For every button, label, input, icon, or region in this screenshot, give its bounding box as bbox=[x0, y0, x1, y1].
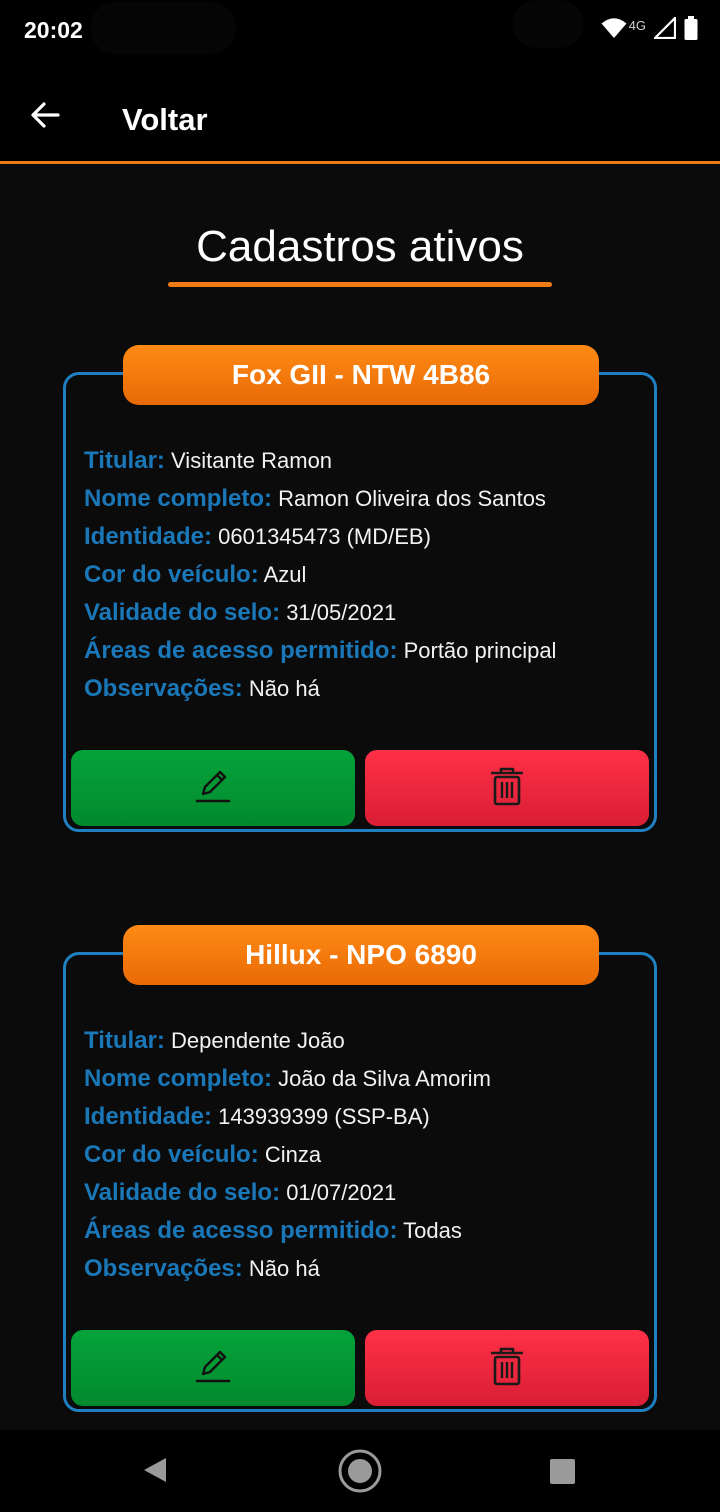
field-label: Identidade: bbox=[84, 1103, 213, 1130]
field-label: Áreas de acesso permitido: bbox=[84, 637, 398, 664]
card-details: Titular: Dependente João Nome completo: … bbox=[84, 1027, 491, 1293]
edit-button[interactable] bbox=[71, 750, 355, 826]
field-label: Nome completo: bbox=[84, 1065, 273, 1092]
back-button[interactable] bbox=[22, 94, 68, 140]
card-header: Hillux - NPO 6890 bbox=[123, 925, 599, 985]
card-details: Titular: Visitante Ramon Nome completo: … bbox=[84, 447, 556, 713]
nav-home-icon[interactable] bbox=[337, 1448, 383, 1498]
field-cor-veiculo: Cor do veículo: Azul bbox=[84, 561, 556, 599]
field-value: Portão principal bbox=[403, 638, 557, 663]
field-value: Todas bbox=[403, 1218, 462, 1243]
field-observacoes: Observações: Não há bbox=[84, 675, 556, 713]
field-value: Cinza bbox=[264, 1142, 322, 1167]
field-validade-selo: Validade do selo: 31/05/2021 bbox=[84, 599, 556, 637]
field-label: Validade do selo: bbox=[84, 1179, 281, 1206]
camera-cutout bbox=[90, 2, 236, 54]
trash-icon bbox=[489, 766, 525, 810]
field-label: Áreas de acesso permitido: bbox=[84, 1217, 398, 1244]
edit-button[interactable] bbox=[71, 1330, 355, 1406]
arrow-left-icon bbox=[30, 102, 60, 132]
field-nome-completo: Nome completo: Ramon Oliveira dos Santos bbox=[84, 485, 556, 523]
field-value: Azul bbox=[263, 562, 307, 587]
field-areas-acesso: Áreas de acesso permitido: Portão princi… bbox=[84, 637, 556, 675]
field-value: 31/05/2021 bbox=[286, 600, 397, 625]
field-observacoes: Observações: Não há bbox=[84, 1255, 491, 1293]
vehicle-card: Hillux - NPO 6890 Titular: Dependente Jo… bbox=[63, 925, 657, 1412]
delete-button[interactable] bbox=[365, 750, 649, 826]
field-identidade: Identidade: 143939399 (SSP-BA) bbox=[84, 1103, 491, 1141]
app-bar: Voltar bbox=[0, 64, 720, 164]
field-value: Visitante Ramon bbox=[171, 448, 333, 473]
field-value: Não há bbox=[248, 1256, 320, 1281]
field-identidade: Identidade: 0601345473 (MD/EB) bbox=[84, 523, 556, 561]
field-label: Titular: bbox=[84, 1027, 165, 1054]
nav-back-icon[interactable] bbox=[142, 1456, 168, 1488]
title-underline bbox=[168, 282, 552, 287]
status-icons: 4G bbox=[601, 15, 698, 44]
field-label: Cor do veículo: bbox=[84, 561, 259, 588]
sensor-cutout bbox=[513, 0, 583, 48]
wifi-icon bbox=[601, 17, 627, 43]
field-nome-completo: Nome completo: João da Silva Amorim bbox=[84, 1065, 491, 1103]
page-title: Cadastros ativos bbox=[196, 222, 524, 271]
field-validade-selo: Validade do selo: 01/07/2021 bbox=[84, 1179, 491, 1217]
nav-recents-icon[interactable] bbox=[550, 1459, 575, 1484]
field-value: 0601345473 (MD/EB) bbox=[218, 524, 431, 549]
field-label: Identidade: bbox=[84, 523, 213, 550]
field-label: Titular: bbox=[84, 447, 165, 474]
field-label: Validade do selo: bbox=[84, 599, 281, 626]
field-titular: Titular: Dependente João bbox=[84, 1027, 491, 1065]
field-value: 143939399 (SSP-BA) bbox=[218, 1104, 430, 1129]
field-value: Dependente João bbox=[171, 1028, 345, 1053]
status-time: 20:02 bbox=[24, 17, 83, 43]
vehicle-card: Fox GII - NTW 4B86 Titular: Visitante Ra… bbox=[63, 345, 657, 832]
delete-button[interactable] bbox=[365, 1330, 649, 1406]
signal-icon bbox=[652, 15, 677, 43]
battery-icon bbox=[684, 16, 698, 44]
field-value: Não há bbox=[248, 676, 320, 701]
field-value: João da Silva Amorim bbox=[278, 1066, 491, 1091]
field-value: Ramon Oliveira dos Santos bbox=[278, 486, 546, 511]
field-titular: Titular: Visitante Ramon bbox=[84, 447, 556, 485]
navigation-bar bbox=[0, 1430, 720, 1512]
field-label: Nome completo: bbox=[84, 485, 273, 512]
status-bar: 20:02 4G bbox=[0, 0, 720, 64]
pencil-icon bbox=[193, 1347, 233, 1389]
field-label: Cor do veículo: bbox=[84, 1141, 259, 1168]
app-bar-title[interactable]: Voltar bbox=[122, 102, 208, 138]
field-label: Observações: bbox=[84, 1255, 243, 1282]
field-label: Observações: bbox=[84, 675, 243, 702]
card-header: Fox GII - NTW 4B86 bbox=[123, 345, 599, 405]
field-value: 01/07/2021 bbox=[286, 1180, 397, 1205]
pencil-icon bbox=[193, 767, 233, 809]
field-areas-acesso: Áreas de acesso permitido: Todas bbox=[84, 1217, 491, 1255]
network-type-label: 4G bbox=[628, 17, 646, 33]
trash-icon bbox=[489, 1346, 525, 1390]
field-cor-veiculo: Cor do veículo: Cinza bbox=[84, 1141, 491, 1179]
